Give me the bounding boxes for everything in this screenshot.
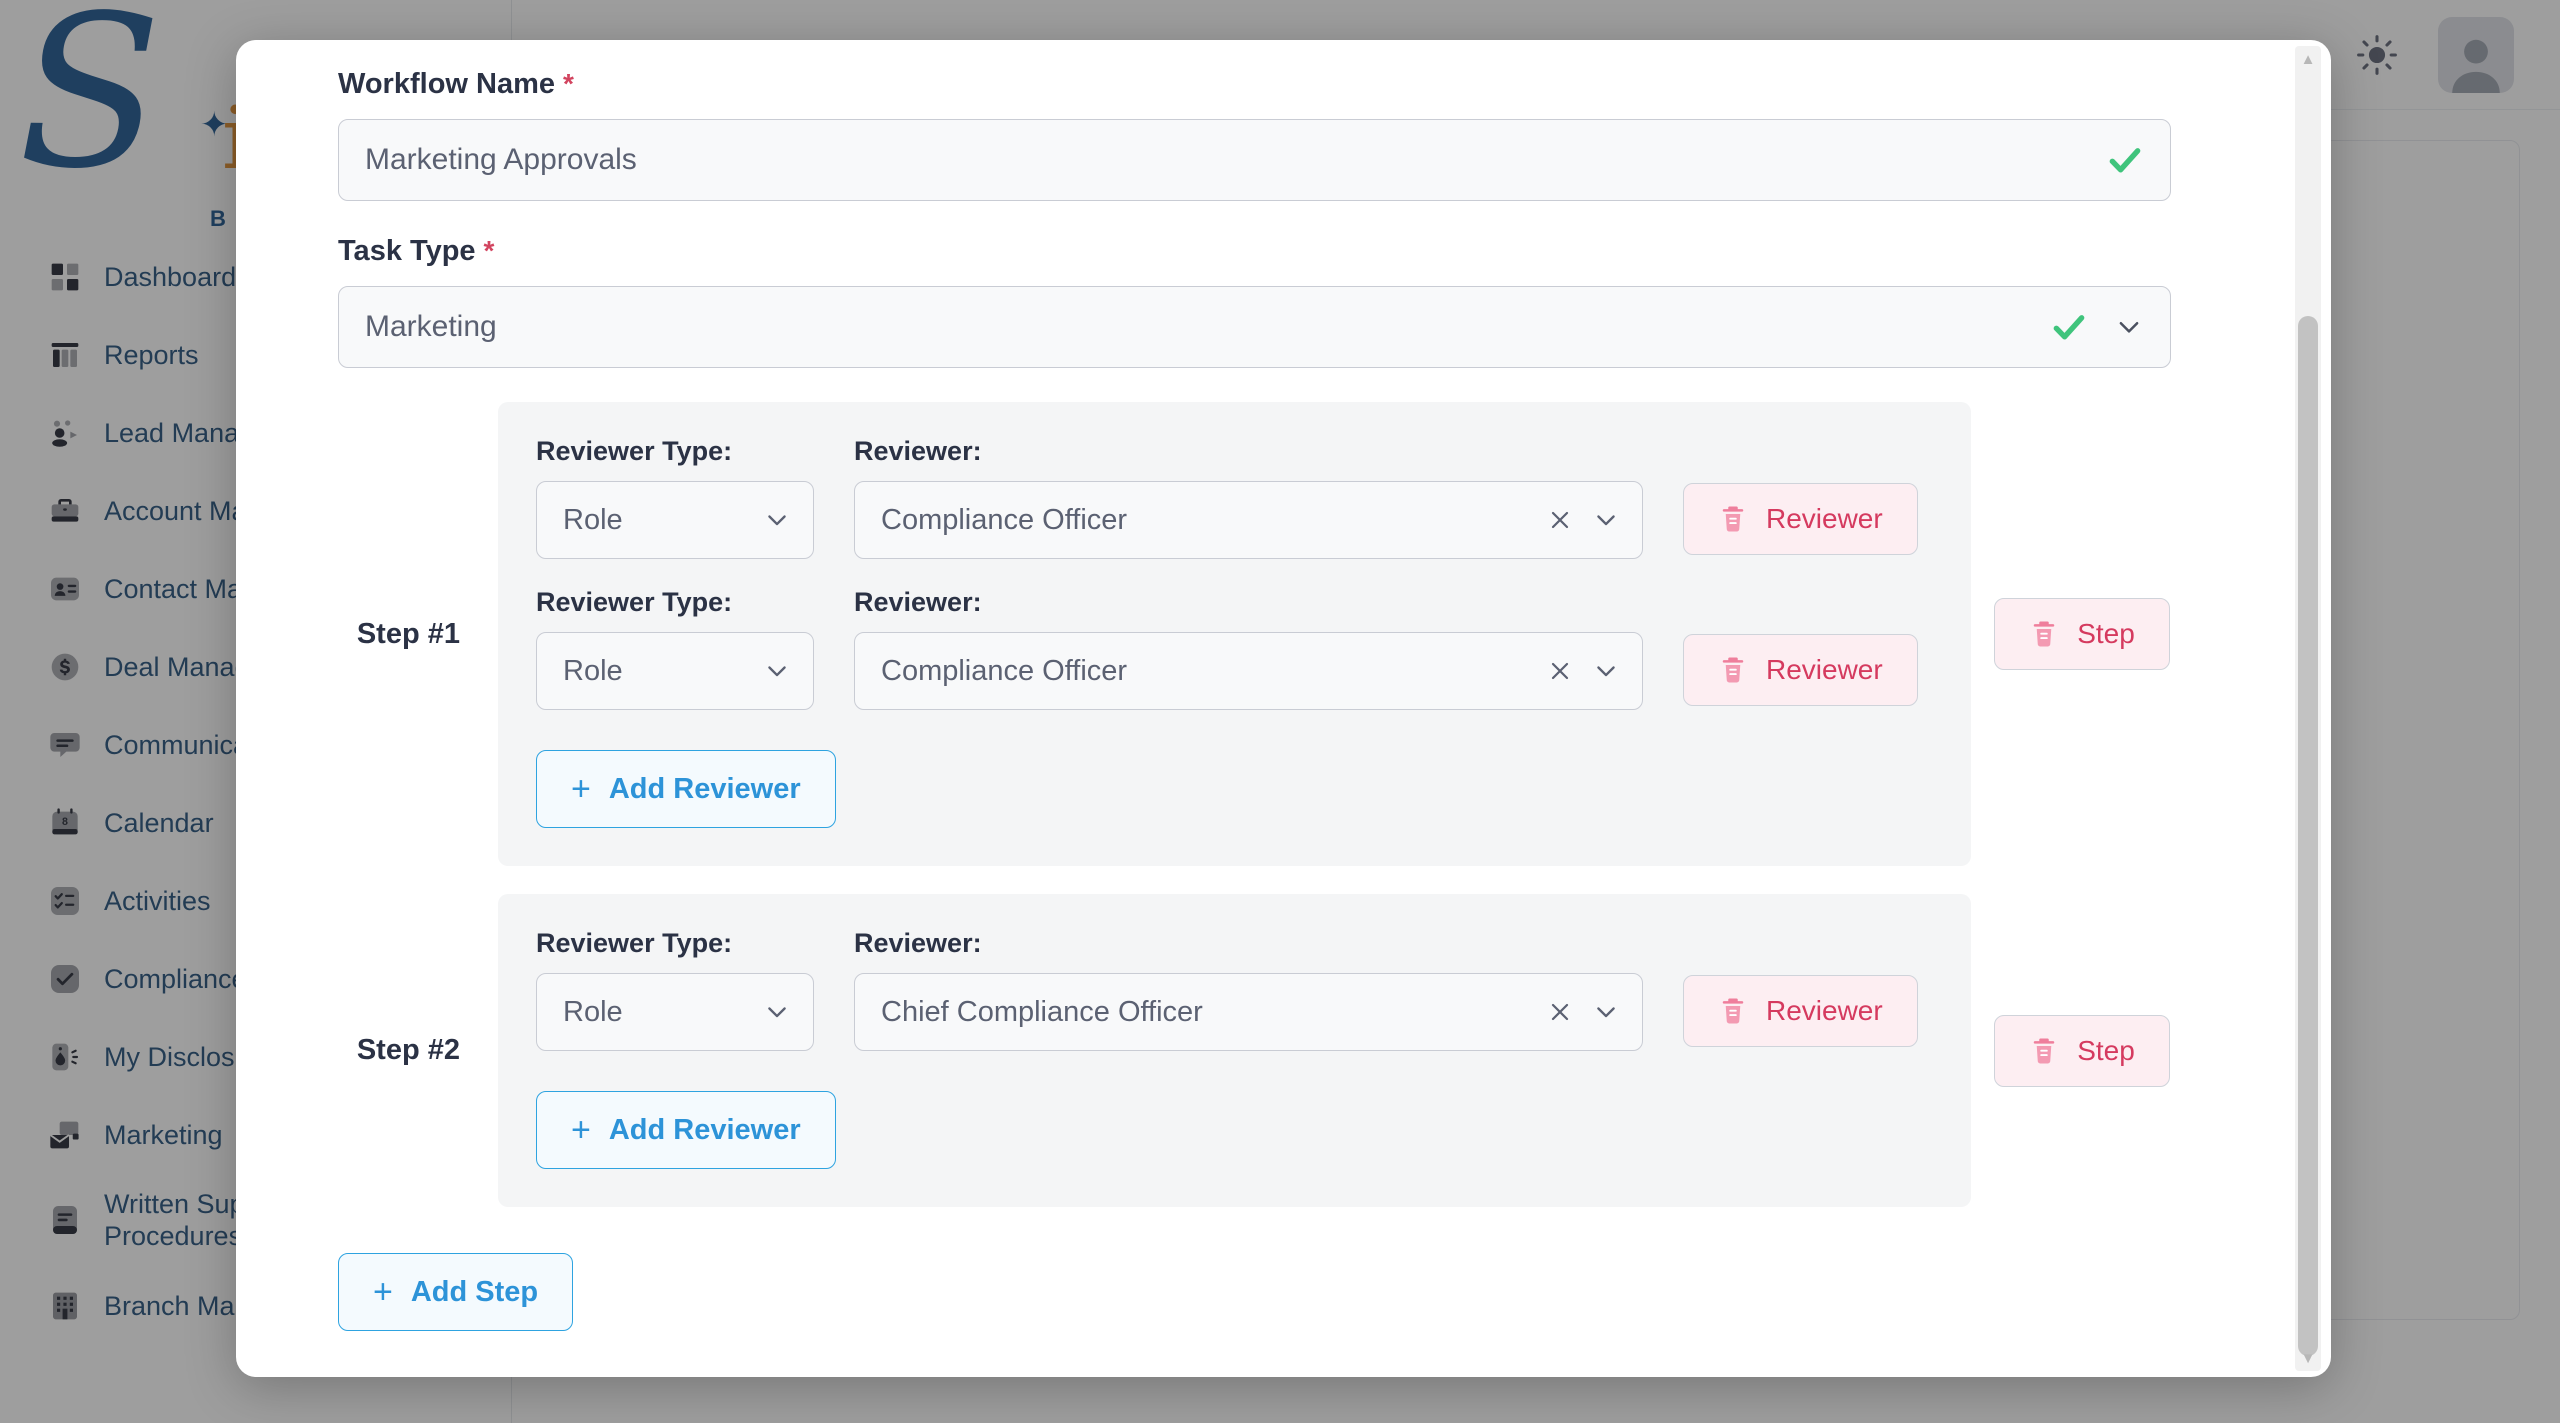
delete-step-label: Step (2077, 618, 2135, 650)
step-actions: Step (1971, 598, 2171, 670)
add-reviewer-button[interactable]: + Add Reviewer (536, 1091, 836, 1169)
delete-reviewer-button[interactable]: Reviewer (1683, 634, 1918, 706)
delete-reviewer-button[interactable]: Reviewer (1683, 483, 1918, 555)
task-type-select[interactable]: Marketing (338, 286, 2171, 368)
workflow-form: Workflow Name * Marketing Approvals Task… (292, 40, 2217, 1375)
workflow-name-input[interactable]: Marketing Approvals (338, 119, 2171, 201)
reviewer-select[interactable]: Compliance Officer (854, 632, 1643, 710)
reviewer-label: Reviewer: (854, 587, 1643, 618)
add-step-label: Add Step (411, 1276, 538, 1309)
modal-scrollbar[interactable]: ▲ ▼ (2295, 46, 2321, 1371)
chevron-down-icon[interactable] (763, 657, 791, 685)
modal-scroll-area: Workflow Name * Marketing Approvals Task… (236, 40, 2331, 1377)
reviewer-type-field: Reviewer Type: Role (536, 436, 814, 559)
reviewer-type-value: Role (563, 996, 623, 1029)
step-label: Step #1 (338, 618, 498, 651)
close-x-icon[interactable] (1546, 998, 1574, 1026)
reviewer-type-select[interactable]: Role (536, 973, 814, 1051)
step-card: Reviewer Type: Role Reviewer: (498, 894, 1971, 1207)
reviewer-type-label: Reviewer Type: (536, 587, 814, 618)
scroll-down-arrow-icon[interactable]: ▼ (2295, 1345, 2321, 1371)
add-reviewer-label: Add Reviewer (609, 1114, 801, 1147)
delete-reviewer-button[interactable]: Reviewer (1683, 975, 1918, 1047)
modal-overlay: Workflow Name * Marketing Approvals Task… (0, 0, 2560, 1423)
workflow-step: Step #1 Reviewer Type: Role (338, 402, 2171, 866)
reviewer-type-label: Reviewer Type: (536, 928, 814, 959)
workflow-name-label: Workflow Name * (338, 68, 2171, 101)
task-type-label: Task Type * (338, 235, 2171, 268)
reviewer-type-field: Reviewer Type: Role (536, 587, 814, 710)
reviewer-field: Reviewer: Compliance Officer (854, 436, 1643, 559)
workflow-step: Step #2 Reviewer Type: Role (338, 894, 2171, 1207)
add-step-row: + Add Step (338, 1241, 2171, 1331)
reviewer-value: Compliance Officer (881, 504, 1127, 537)
reviewer-type-select[interactable]: Role (536, 632, 814, 710)
reviewer-type-field: Reviewer Type: Role (536, 928, 814, 1051)
step-actions: Step (1971, 1015, 2171, 1087)
step-card: Reviewer Type: Role Reviewer: (498, 402, 1971, 866)
delete-reviewer-label: Reviewer (1766, 654, 1883, 686)
required-marker: * (563, 68, 574, 100)
check-icon (2050, 308, 2088, 346)
close-x-icon[interactable] (1546, 506, 1574, 534)
reviewer-value: Chief Compliance Officer (881, 996, 1203, 1029)
chevron-down-icon[interactable] (1592, 657, 1620, 685)
step-label: Step #2 (338, 1034, 498, 1067)
reviewer-row: Reviewer Type: Role Reviewer: (536, 928, 1933, 1051)
chevron-down-icon[interactable] (2114, 312, 2144, 342)
add-reviewer-button[interactable]: + Add Reviewer (536, 750, 836, 828)
reviewer-type-value: Role (563, 655, 623, 688)
reviewer-actions: Reviewer (1683, 634, 1933, 710)
reviewer-row: Reviewer Type: Role Reviewer: (536, 587, 1933, 710)
task-type-value: Marketing (365, 310, 2050, 344)
reviewer-field: Reviewer: Chief Compliance Officer (854, 928, 1643, 1051)
reviewer-field: Reviewer: Compliance Officer (854, 587, 1643, 710)
reviewer-select[interactable]: Chief Compliance Officer (854, 973, 1643, 1051)
reviewer-actions: Reviewer (1683, 483, 1933, 559)
workflow-editor-modal: Workflow Name * Marketing Approvals Task… (236, 40, 2331, 1377)
reviewer-type-select[interactable]: Role (536, 481, 814, 559)
reviewer-type-value: Role (563, 504, 623, 537)
add-step-button[interactable]: + Add Step (338, 1253, 573, 1331)
workflow-name-value: Marketing Approvals (365, 143, 2106, 177)
plus-icon: + (571, 1113, 591, 1147)
close-x-icon[interactable] (1546, 657, 1574, 685)
plus-icon: + (571, 772, 591, 806)
reviewer-actions: Reviewer (1683, 975, 1933, 1051)
reviewer-label: Reviewer: (854, 928, 1643, 959)
chevron-down-icon[interactable] (1592, 998, 1620, 1026)
reviewer-type-label: Reviewer Type: (536, 436, 814, 467)
task-type-label-text: Task Type (338, 235, 476, 268)
workflow-name-label-text: Workflow Name (338, 68, 555, 101)
add-reviewer-label: Add Reviewer (609, 773, 801, 806)
scroll-up-arrow-icon[interactable]: ▲ (2295, 46, 2321, 72)
delete-step-label: Step (2077, 1035, 2135, 1067)
reviewer-select[interactable]: Compliance Officer (854, 481, 1643, 559)
check-icon (2106, 141, 2144, 179)
delete-reviewer-label: Reviewer (1766, 995, 1883, 1027)
reviewer-value: Compliance Officer (881, 655, 1127, 688)
scrollbar-thumb[interactable] (2298, 316, 2318, 1356)
chevron-down-icon[interactable] (763, 998, 791, 1026)
reviewer-label: Reviewer: (854, 436, 1643, 467)
chevron-down-icon[interactable] (763, 506, 791, 534)
delete-step-button[interactable]: Step (1994, 1015, 2170, 1087)
delete-reviewer-label: Reviewer (1766, 503, 1883, 535)
plus-icon: + (373, 1275, 393, 1309)
delete-step-button[interactable]: Step (1994, 598, 2170, 670)
chevron-down-icon[interactable] (1592, 506, 1620, 534)
required-marker: * (484, 235, 495, 267)
reviewer-row: Reviewer Type: Role Reviewer: (536, 436, 1933, 559)
